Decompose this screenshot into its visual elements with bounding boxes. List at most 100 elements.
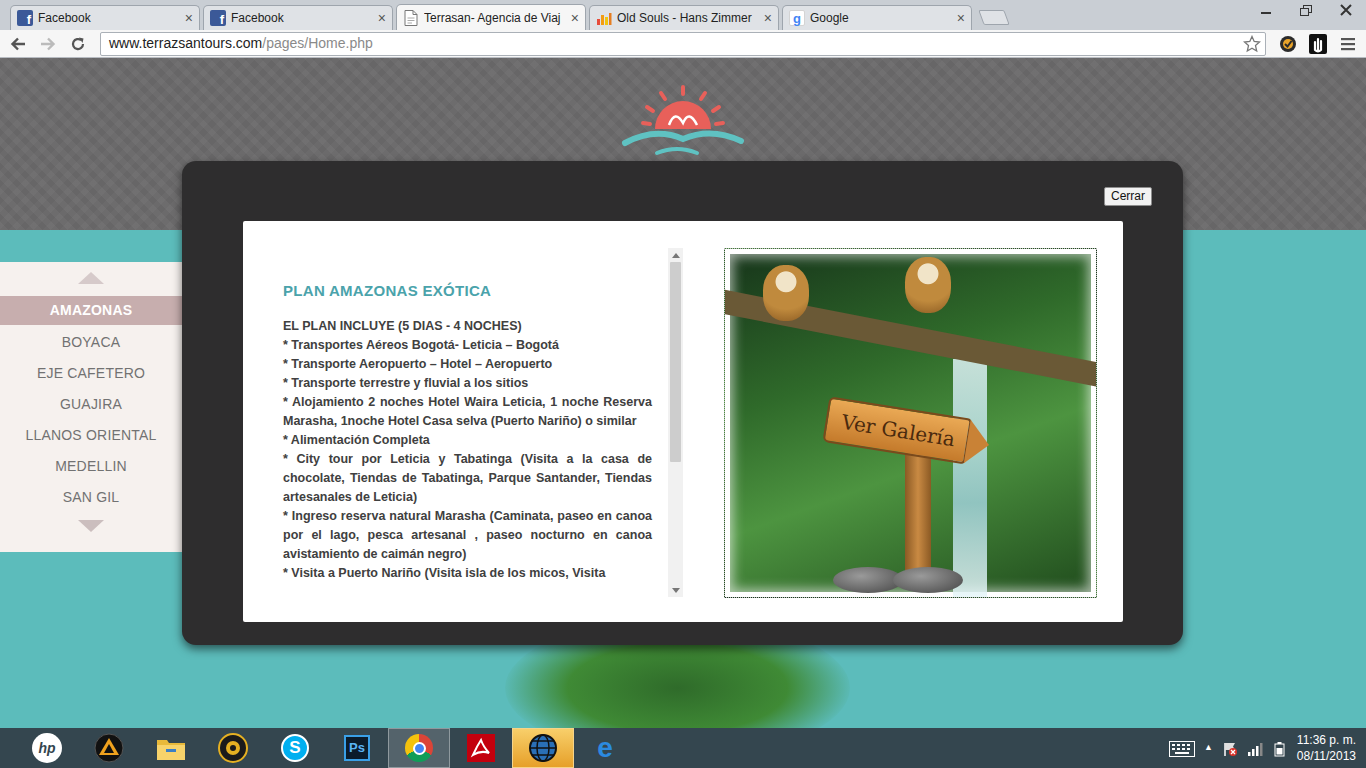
- menu-item[interactable]: SAN GIL: [0, 482, 182, 513]
- monkey: [905, 257, 951, 313]
- menu-item[interactable]: EJE CAFETERO: [0, 358, 182, 389]
- plan-title: PLAN AMAZONAS EXÓTICA: [283, 280, 652, 303]
- clock[interactable]: 11:36 p. m. 08/11/2013: [1297, 732, 1356, 764]
- menu-item-label: AMAZONAS: [50, 300, 132, 321]
- new-tab-button[interactable]: [978, 10, 1009, 25]
- hp-icon: hp: [32, 733, 62, 763]
- scroll-down-icon[interactable]: [78, 520, 104, 532]
- menu-item[interactable]: BOYACA: [0, 327, 182, 358]
- bookmark-star-icon[interactable]: [1243, 35, 1261, 53]
- facebook-favicon-icon: f: [17, 10, 33, 26]
- system-tray: ▲ 11:36 p. m. 08/11/2013: [1169, 732, 1366, 764]
- tab-title: Terrasan- Agencia de Viaj: [424, 9, 566, 27]
- taskbar-app[interactable]: [202, 728, 264, 768]
- menu-list: AMAZONAS BOYACA EJE CAFETERO GUAJIRA LLANOS …: [0, 296, 182, 513]
- media-icon: [218, 733, 248, 763]
- signal-icon[interactable]: [1247, 736, 1263, 760]
- scroll-thumb[interactable]: [670, 262, 681, 462]
- battery-icon[interactable]: [1272, 736, 1288, 760]
- explorer-icon: [156, 735, 186, 761]
- modal-header: Cerrar: [182, 161, 1183, 206]
- browser-tab[interactable]: Terrasan- Agencia de Viaj ×: [396, 4, 586, 30]
- menu-item-label: SAN GIL: [63, 487, 120, 508]
- menu-item-label: MEDELLIN: [55, 456, 127, 477]
- globe-icon: [528, 733, 558, 763]
- facebook-favicon-icon: f: [210, 10, 226, 26]
- taskbar-app[interactable]: [140, 728, 202, 768]
- menu-item[interactable]: MEDELLIN: [0, 451, 182, 482]
- plan-item: * Visita a Puerto Nariño (Visita isla de…: [283, 564, 652, 583]
- action-center-icon[interactable]: [1222, 736, 1238, 760]
- monkey: [763, 265, 809, 321]
- hand-extension-icon[interactable]: [1304, 32, 1332, 56]
- plan-item: * Alimentación Completa: [283, 431, 652, 450]
- tab-strip: fFacebook×fFacebook×Terrasan- Agencia de…: [0, 0, 1366, 30]
- photoshop-icon: Ps: [344, 735, 370, 761]
- tray-arrow[interactable]: ▲: [1204, 741, 1213, 755]
- scroll-track[interactable]: [668, 262, 683, 583]
- reload-icon[interactable]: [64, 32, 92, 56]
- browser-tab[interactable]: Old Souls - Hans Zimmer×: [589, 5, 779, 30]
- address-path: /pages/Home.php: [262, 33, 373, 54]
- tab-close-button[interactable]: ×: [571, 11, 579, 25]
- tab-title: Facebook: [38, 9, 180, 27]
- tab-close-button[interactable]: ×: [185, 11, 193, 25]
- clock-time: 11:36 p. m.: [1297, 732, 1356, 748]
- keyboard-icon[interactable]: [1169, 736, 1195, 760]
- restore-icon[interactable]: [1286, 0, 1326, 20]
- menu-item-label: LLANOS ORIENTAL: [25, 425, 156, 446]
- minimize-icon[interactable]: [1246, 0, 1286, 20]
- forward-arrow-icon[interactable]: [34, 32, 62, 56]
- taskbar-app[interactable]: [512, 728, 574, 768]
- scrollbar[interactable]: [668, 248, 683, 597]
- clock-date: 08/11/2013: [1297, 748, 1356, 764]
- menu-item[interactable]: AMAZONAS: [0, 296, 182, 325]
- taskbar: hp S Ps e ▲ 11:36 p. m. 08/11/2013: [0, 728, 1366, 768]
- tab-close-button[interactable]: ×: [957, 11, 965, 25]
- page-favicon-icon: [403, 10, 419, 26]
- stone: [893, 567, 963, 593]
- gallery-link[interactable]: Ver Galería: [822, 396, 972, 464]
- extension-icon[interactable]: [1274, 32, 1302, 56]
- plan-description: PLAN AMAZONAS EXÓTICA EL PLAN INCLUYE (5…: [283, 248, 652, 597]
- browser-tab[interactable]: gGoogle×: [782, 5, 972, 30]
- ie-icon: e: [590, 733, 620, 763]
- plan-item: * Ingreso reserva natural Marasha (Camin…: [283, 507, 652, 564]
- music-favicon-icon: [596, 10, 612, 26]
- close-button[interactable]: Cerrar: [1104, 187, 1152, 206]
- plan-modal: Cerrar PLAN AMAZONAS EXÓTICA EL PLAN INC…: [182, 161, 1183, 645]
- triangle-icon: [94, 733, 124, 763]
- tab-close-button[interactable]: ×: [764, 11, 772, 25]
- back-arrow-icon[interactable]: [4, 32, 32, 56]
- window-controls: [1246, 0, 1366, 20]
- scroll-down-arrow-icon[interactable]: [668, 583, 683, 597]
- taskbar-app[interactable]: S: [264, 728, 326, 768]
- plan-intro: EL PLAN INCLUYE (5 DIAS - 4 NOCHES): [283, 317, 652, 336]
- chrome-icon: [405, 734, 433, 762]
- taskbar-app[interactable]: Ps: [326, 728, 388, 768]
- menu-item[interactable]: GUAJIRA: [0, 389, 182, 420]
- taskbar-app[interactable]: [450, 728, 512, 768]
- menu-icon[interactable]: [1334, 32, 1362, 56]
- taskbar-app[interactable]: e: [574, 728, 636, 768]
- menu-item[interactable]: LLANOS ORIENTAL: [0, 420, 182, 451]
- browser-tab[interactable]: fFacebook×: [203, 5, 393, 30]
- menu-item-label: BOYACA: [62, 332, 121, 353]
- tab-close-button[interactable]: ×: [378, 11, 386, 25]
- address-bar[interactable]: www.terrazsantours.com/pages/Home.php: [100, 32, 1266, 56]
- close-window-icon[interactable]: [1326, 0, 1366, 20]
- taskbar-app[interactable]: hp: [16, 728, 78, 768]
- plan-item: * Transporte Aeropuerto – Hotel – Aeropu…: [283, 355, 652, 374]
- scroll-up-arrow-icon[interactable]: [668, 248, 683, 262]
- chrome-center-icon: [413, 742, 426, 755]
- scroll-up-icon[interactable]: [78, 272, 104, 284]
- acrobat-icon: [467, 734, 495, 762]
- taskbar-app[interactable]: [78, 728, 140, 768]
- browser-tab[interactable]: f Facebook ×: [10, 5, 200, 30]
- menu-item-label: GUAJIRA: [60, 394, 122, 415]
- plan-text: EL PLAN INCLUYE (5 DIAS - 4 NOCHES) * Tra…: [283, 317, 652, 583]
- web-page: AMAZONAS BOYACA EJE CAFETERO GUAJIRA LLANOS …: [0, 58, 1366, 728]
- taskbar-app[interactable]: [388, 728, 450, 768]
- plan-panel: PLAN AMAZONAS EXÓTICA EL PLAN INCLUYE (5…: [243, 221, 1123, 622]
- tab-title: Google: [810, 9, 952, 27]
